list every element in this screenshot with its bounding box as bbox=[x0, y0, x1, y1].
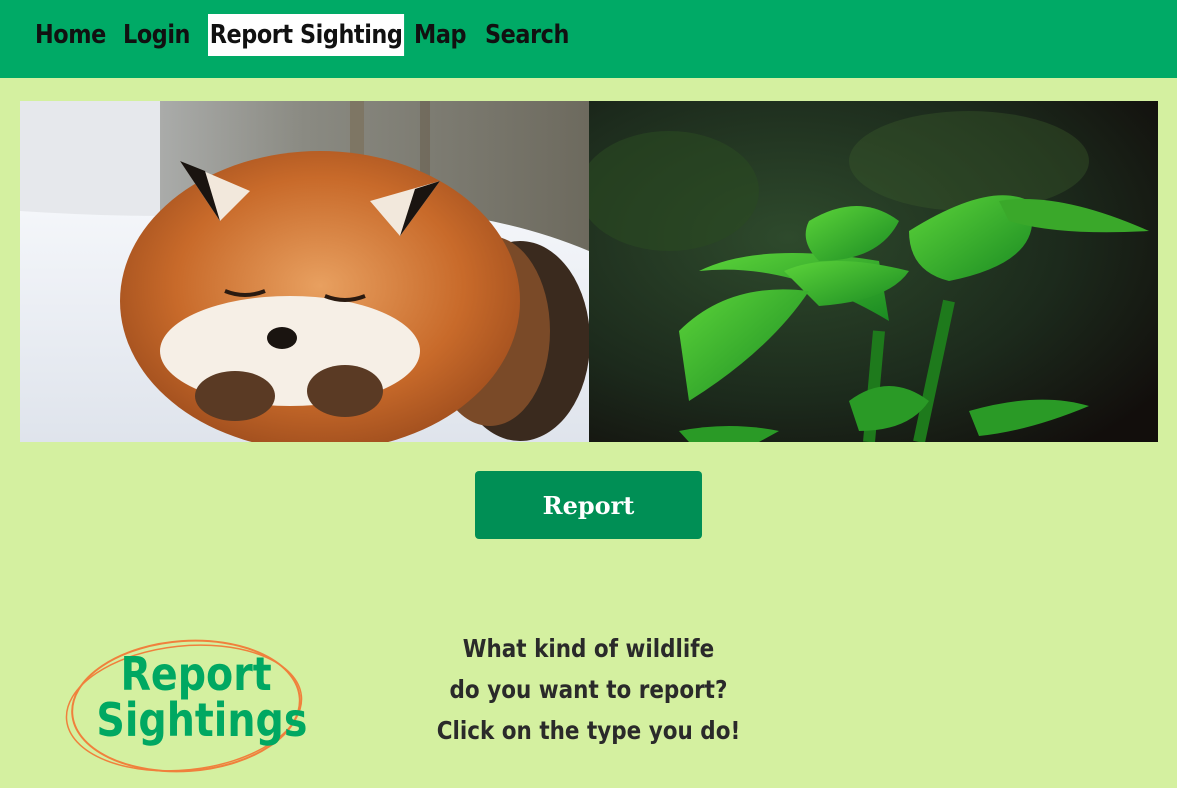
report-button[interactable]: Report bbox=[475, 471, 702, 539]
plant-image bbox=[589, 101, 1158, 442]
hero-banner bbox=[20, 101, 1158, 442]
fox-image bbox=[20, 101, 589, 442]
prompt-line-1: What kind of wildlife bbox=[462, 634, 715, 663]
prompt-line-2: do you want to report? bbox=[449, 675, 728, 704]
nav-link-map[interactable]: Map bbox=[414, 14, 466, 56]
svg-text:Sightings: Sightings bbox=[96, 694, 307, 748]
top-nav-bar: Home Login Report Sighting Map Search bbox=[0, 0, 1177, 78]
nav-link-login[interactable]: Login bbox=[123, 14, 190, 56]
nav-link-home[interactable]: Home bbox=[35, 14, 106, 56]
wildlife-prompt: What kind of wildlife do you want to rep… bbox=[400, 628, 777, 751]
nav-link-search[interactable]: Search bbox=[485, 14, 569, 56]
report-sightings-logo: Report Sightings bbox=[65, 639, 307, 773]
prompt-line-3: Click on the type you do! bbox=[436, 716, 741, 745]
nav-link-report-sighting[interactable]: Report Sighting bbox=[208, 14, 405, 56]
